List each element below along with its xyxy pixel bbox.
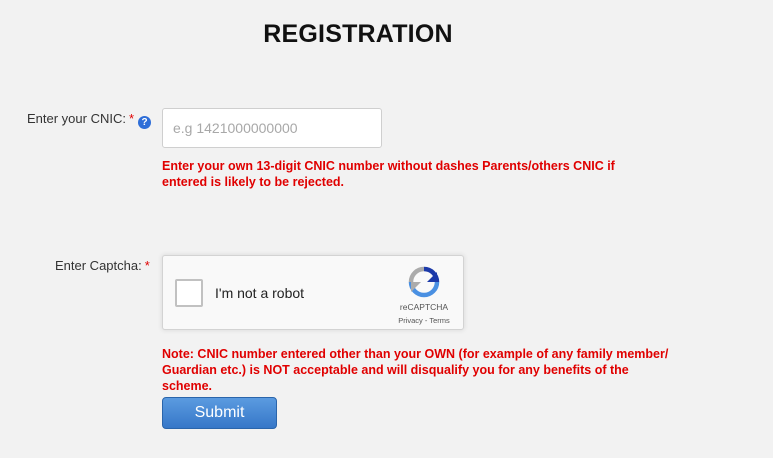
required-marker: *	[144, 258, 150, 273]
recaptcha-checkbox[interactable]	[175, 279, 203, 307]
cnic-label: Enter your CNIC:	[27, 111, 126, 126]
cnic-input[interactable]	[162, 108, 382, 148]
disqualify-note: Note: CNIC number entered other than you…	[162, 347, 669, 393]
help-icon[interactable]: ?	[138, 116, 152, 129]
required-marker: *	[128, 111, 135, 126]
recaptcha-brand: reCAPTCHA	[399, 302, 449, 312]
recaptcha-logo-icon	[408, 266, 440, 298]
recaptcha-checkbox-label: I'm not a robot	[215, 285, 305, 301]
page-title: REGISTRATION	[263, 20, 453, 48]
recaptcha-privacy-link[interactable]: Privacy	[398, 316, 423, 325]
cnic-label-row: Enter your CNIC: *?	[27, 111, 152, 129]
recaptcha-terms-link[interactable]: Terms	[429, 316, 449, 325]
captcha-label-row: Enter Captcha: *	[55, 258, 150, 273]
cnic-hint: Enter your own 13-digit CNIC number with…	[162, 159, 615, 189]
recaptcha-widget: I'm not a robot reCAPTCHA Privacy - Term…	[162, 255, 464, 330]
submit-button[interactable]: Submit	[162, 397, 277, 429]
captcha-label: Enter Captcha:	[55, 258, 142, 273]
recaptcha-links: Privacy - Terms	[383, 316, 465, 325]
